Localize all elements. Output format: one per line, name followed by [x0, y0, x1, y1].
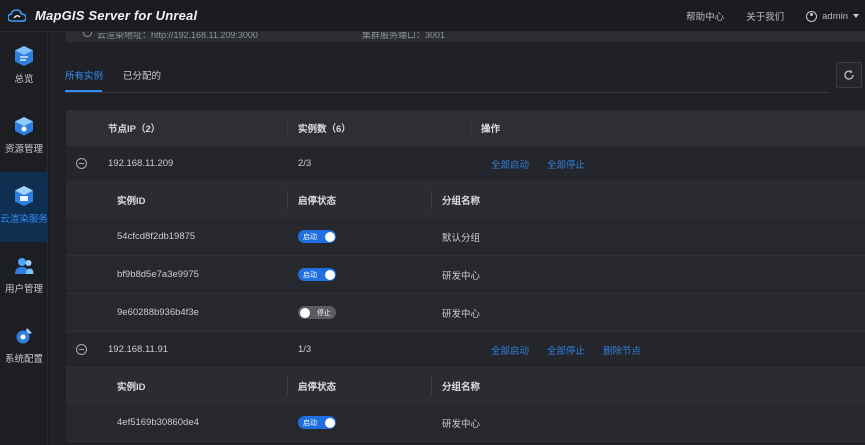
app-title: MapGIS Server for Unreal	[35, 8, 198, 23]
chevron-down-icon	[853, 14, 859, 18]
header-actions: 操作	[481, 124, 501, 135]
refresh-button[interactable]	[836, 62, 862, 88]
tab-assigned[interactable]: 已分配的	[123, 68, 161, 82]
toggle-label: 启动	[303, 271, 317, 279]
user-name: admin	[822, 10, 848, 22]
settings-icon	[16, 328, 32, 344]
column-divider	[431, 190, 432, 210]
column-divider	[470, 118, 471, 138]
resource-icon	[15, 117, 33, 136]
toggle-label: 停止	[317, 309, 331, 317]
collapse-icon[interactable]	[76, 344, 87, 355]
state-toggle[interactable]: 启动	[298, 268, 336, 281]
toggle-knob	[324, 417, 335, 428]
node-row: 192.168.11.91 1/3 全部启动 全部停止 删除节点	[66, 332, 865, 368]
toggle-label: 启动	[303, 419, 317, 427]
state-toggle[interactable]: 启动	[298, 230, 336, 243]
cloud-render-icon	[15, 186, 33, 206]
group-name: 默认分组	[442, 232, 481, 244]
info-icon	[83, 32, 92, 37]
sidebar-item-label: 资源管理	[4, 144, 43, 155]
start-all-button[interactable]: 全部启动	[491, 343, 529, 357]
tab-all-instances[interactable]: 所有实例	[65, 68, 103, 82]
sidebar-item-resource[interactable]: 资源管理	[0, 102, 48, 172]
table-row: 4ef5169b30860de4 启动 研发中心	[66, 404, 865, 442]
header-instances: 实例数（6）	[298, 124, 351, 135]
start-all-button[interactable]: 全部启动	[491, 157, 529, 171]
group-name: 研发中心	[442, 270, 481, 282]
collapse-icon[interactable]	[76, 158, 87, 169]
tab-divider	[65, 92, 829, 93]
node-instance-count: 1/3	[298, 344, 312, 355]
instance-id: 4ef5169b30860de4	[117, 417, 199, 428]
state-toggle[interactable]: 停止	[298, 306, 336, 319]
main-content: 云渲染地址：http://192.168.11.209:3000 集群服务端口：…	[49, 32, 865, 445]
column-divider	[431, 376, 432, 396]
sidebar-item-label: 总览	[14, 74, 34, 85]
sidebar-item-users[interactable]: 用户管理	[0, 242, 48, 312]
group-name: 研发中心	[442, 418, 481, 430]
cluster-port: 集群服务端口：3001	[362, 32, 446, 40]
instance-id: 54cfcd8f2db19875	[117, 231, 196, 242]
state-toggle[interactable]: 启动	[298, 416, 336, 429]
column-divider	[287, 190, 288, 210]
table-row: bf9b8d5e7a3e9975 启动 研发中心	[66, 256, 865, 294]
about-us-link[interactable]: 关于我们	[746, 9, 784, 23]
node-instance-count: 2/3	[298, 158, 312, 169]
header-instance-id: 实例ID	[117, 382, 146, 393]
sidebar-item-label: 用户管理	[4, 284, 43, 295]
render-address: 云渲染地址：http://192.168.11.209:3000	[97, 32, 258, 40]
table-row: 9e60288b936b4f3e 停止 研发中心	[66, 294, 865, 332]
delete-node-button[interactable]: 删除节点	[603, 343, 641, 357]
node-row: 192.168.11.209 2/3 全部启动 全部停止	[66, 146, 865, 182]
toggle-knob	[324, 231, 335, 242]
sidebar: 总览 资源管理 云渲染服务 用户管理 系统配置	[0, 32, 48, 445]
toggle-knob	[299, 307, 310, 318]
sidebar-item-label: 云渲染服务	[0, 214, 48, 225]
header-node-ip: 节点IP（2）	[108, 124, 161, 135]
instance-id: 9e60288b936b4f3e	[117, 307, 199, 318]
header-state: 启停状态	[298, 382, 337, 393]
cloud-logo-icon	[8, 8, 26, 22]
user-menu[interactable]: admin	[806, 10, 859, 22]
sidebar-item-label: 系统配置	[4, 354, 43, 365]
group-name: 研发中心	[442, 308, 481, 320]
stop-all-button[interactable]: 全部停止	[547, 157, 585, 171]
sub-table-header: 实例ID 启停状态 分组名称	[66, 368, 865, 404]
toggle-label: 启动	[303, 233, 317, 241]
header-group: 分组名称	[442, 382, 481, 393]
overview-icon	[15, 46, 33, 66]
table-header: 节点IP（2） 实例数（6） 操作	[66, 110, 865, 146]
sub-table-header: 实例ID 启停状态 分组名称	[66, 182, 865, 218]
header-state: 启停状态	[298, 196, 337, 207]
table-row: 54cfcd8f2db19875 启动 默认分组	[66, 218, 865, 256]
node-ip: 192.168.11.209	[108, 158, 174, 169]
top-bar: MapGIS Server for Unreal 帮助中心 关于我们 admin	[0, 0, 865, 32]
instance-id: bf9b8d5e7a3e9975	[117, 269, 199, 280]
toggle-knob	[324, 269, 335, 280]
sidebar-item-cloud-render[interactable]: 云渲染服务	[0, 172, 48, 242]
users-icon	[15, 258, 34, 274]
header-instance-id: 实例ID	[117, 196, 146, 207]
help-center-link[interactable]: 帮助中心	[686, 9, 724, 23]
node-ip: 192.168.11.91	[108, 344, 169, 355]
stop-all-button[interactable]: 全部停止	[547, 343, 585, 357]
refresh-icon	[844, 70, 854, 80]
column-divider	[287, 118, 288, 138]
sidebar-item-settings[interactable]: 系统配置	[0, 312, 48, 382]
column-divider	[287, 376, 288, 396]
info-bar: 云渲染地址：http://192.168.11.209:3000 集群服务端口：…	[66, 32, 865, 42]
user-avatar-icon	[806, 10, 818, 22]
sidebar-item-overview[interactable]: 总览	[0, 32, 48, 102]
header-group: 分组名称	[442, 196, 481, 207]
